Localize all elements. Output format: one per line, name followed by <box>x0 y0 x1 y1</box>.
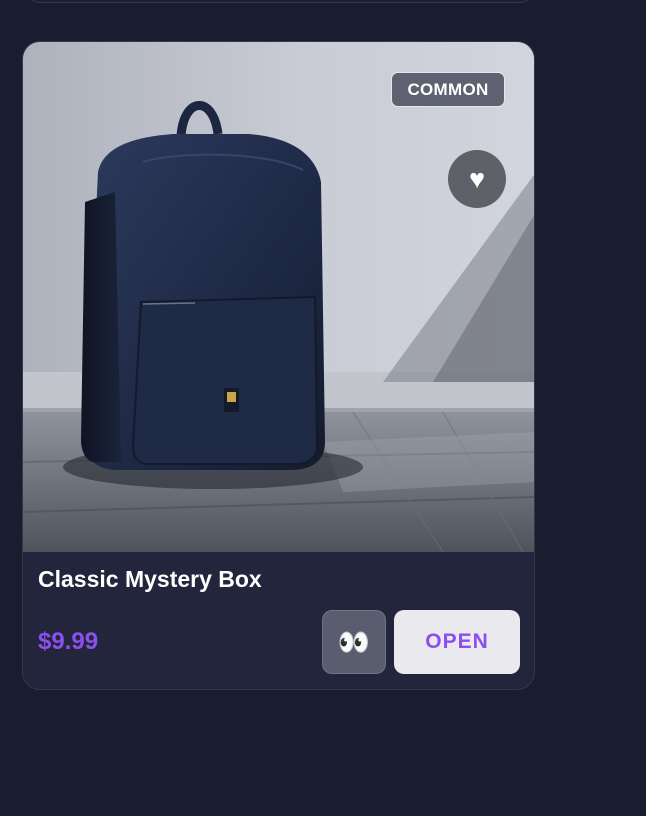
favorite-button[interactable]: ♥ <box>448 150 506 208</box>
mystery-box-card[interactable]: COMMON ♥ Classic Mystery Box $9.99 👀 OPE… <box>22 41 535 690</box>
price-label: $9.99 <box>38 628 99 655</box>
eyes-icon: 👀 <box>337 626 371 657</box>
rarity-badge: COMMON <box>391 72 505 107</box>
card-title: Classic Mystery Box <box>38 566 262 592</box>
open-button[interactable]: OPEN <box>394 610 520 674</box>
peek-button[interactable]: 👀 <box>322 610 386 674</box>
product-image: COMMON ♥ <box>23 42 534 552</box>
previous-card-edge <box>28 0 532 3</box>
backpack-image <box>23 42 534 552</box>
heart-icon: ♥ <box>468 163 486 194</box>
